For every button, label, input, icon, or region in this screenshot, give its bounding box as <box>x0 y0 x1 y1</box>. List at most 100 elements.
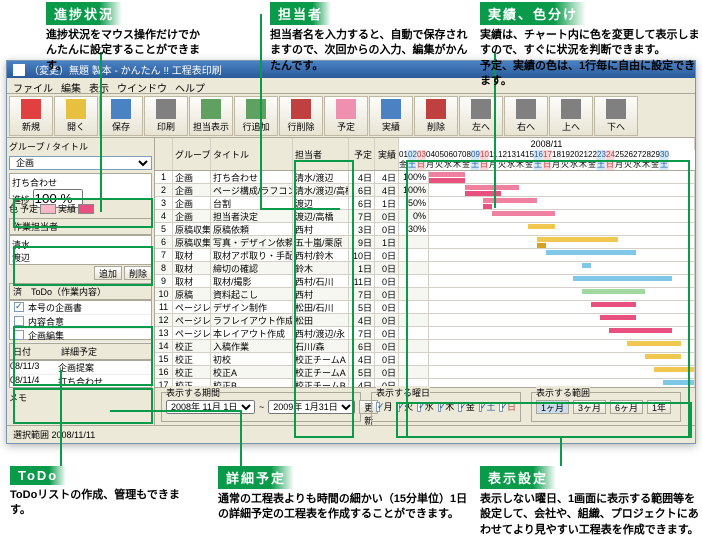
todo-item[interactable]: 本号の企画書 <box>10 301 151 315</box>
col-header[interactable]: 担当者 <box>293 138 349 170</box>
gantt-cell[interactable] <box>429 288 695 300</box>
gantt-cell[interactable] <box>429 223 695 235</box>
plan-bar[interactable] <box>582 263 591 268</box>
col-header[interactable]: タイトル <box>211 138 293 170</box>
plan-bar[interactable] <box>582 289 645 294</box>
actual-bar[interactable] <box>429 178 465 183</box>
menu-編集[interactable]: 編集 <box>61 80 81 91</box>
plan-bar[interactable] <box>600 315 636 320</box>
plan-bar[interactable] <box>627 341 681 346</box>
table-row[interactable]: 8取材締切の確認鈴木1日0日 <box>155 262 695 275</box>
table-row[interactable]: 5原稿収集原稿依頼西村3日0日30% <box>155 223 695 236</box>
tool-open-button[interactable]: 開く <box>54 96 98 136</box>
plan-swatch[interactable] <box>40 204 56 214</box>
gantt-cell[interactable] <box>429 327 695 339</box>
plan-bar[interactable] <box>645 354 681 359</box>
table-row[interactable]: 9取材取材/撮影西村/石川11日0日 <box>155 275 695 288</box>
table-row[interactable]: 14校正入稿作業石川/森6日0日 <box>155 340 695 353</box>
table-row[interactable]: 1企画打ち合わせ清水/渡辺4日4日100% <box>155 171 695 184</box>
plan-bar[interactable] <box>591 302 636 307</box>
assignee-item[interactable]: 清水 <box>12 238 149 251</box>
plan-bar[interactable] <box>654 367 695 372</box>
assignees-list[interactable]: 清水渡辺 <box>9 235 152 265</box>
gantt-cell[interactable] <box>429 249 695 261</box>
gantt-cell[interactable] <box>429 171 695 183</box>
menu-ヘルプ[interactable]: ヘルプ <box>175 80 205 91</box>
grid-body[interactable]: 1企画打ち合わせ清水/渡辺4日4日100%2企画ページ構成/ラフコンテ清水/渡辺… <box>155 171 695 387</box>
col-header[interactable]: グループ <box>173 138 211 170</box>
plan-bar[interactable] <box>465 185 519 190</box>
menu-ファイル[interactable]: ファイル <box>13 80 53 91</box>
plan-bar[interactable] <box>663 380 695 385</box>
gantt-cell[interactable] <box>429 340 695 352</box>
gantt-cell[interactable] <box>429 314 695 326</box>
plan-bar[interactable] <box>483 198 537 203</box>
menu-ウインドウ[interactable]: ウインドウ <box>117 80 167 91</box>
table-row[interactable]: 16校正校正A校正チームA5日0日 <box>155 366 695 379</box>
plan-bar[interactable] <box>429 172 465 177</box>
todo-list[interactable]: 本号の企画書内容合意企画編集 <box>9 300 152 340</box>
gantt-cell[interactable] <box>429 262 695 274</box>
col-header[interactable]: 予定 <box>349 138 375 170</box>
dates-list[interactable]: 08/11/3企画提案08/11/4打ち合わせ <box>9 360 152 388</box>
tool-user-button[interactable]: 担当表示 <box>189 96 233 136</box>
day-check-月[interactable] <box>376 402 380 412</box>
assignee-add-button[interactable]: 追加 <box>94 266 122 280</box>
gantt-cell[interactable] <box>429 275 695 287</box>
tool-save-button[interactable]: 保存 <box>99 96 143 136</box>
range-6ヶ月-button[interactable]: 6ヶ月 <box>610 400 643 414</box>
gantt-cell[interactable] <box>429 236 695 248</box>
tool-left-button[interactable]: 左へ <box>459 96 503 136</box>
plan-bar[interactable] <box>573 276 672 281</box>
assignee-del-button[interactable]: 削除 <box>124 266 152 280</box>
todo-check[interactable] <box>14 330 24 340</box>
gantt-cell[interactable] <box>429 197 695 209</box>
plan-bar[interactable] <box>528 224 555 229</box>
col-header[interactable]: 実績 <box>375 138 399 170</box>
gantt-cell[interactable] <box>429 184 695 196</box>
table-row[interactable]: 6原稿収集写真・デザイン依頼五十嵐/栗原9日1日 <box>155 236 695 249</box>
actual-bar[interactable] <box>483 204 492 209</box>
tool-plan-button[interactable]: 予定 <box>324 96 368 136</box>
tool-delete-button[interactable]: 削除 <box>414 96 458 136</box>
plan-bar[interactable] <box>537 237 618 242</box>
table-row[interactable]: 12ページレイアウトラフレイアウト作成松田4日0日 <box>155 314 695 327</box>
day-check-金[interactable] <box>458 402 462 412</box>
menu-表示[interactable]: 表示 <box>89 80 109 91</box>
day-check-土[interactable] <box>479 402 483 412</box>
actual-bar[interactable] <box>537 243 546 248</box>
todo-check[interactable] <box>14 316 24 326</box>
period-to[interactable]: 2009年 1月31日 <box>268 400 355 414</box>
plan-bar[interactable] <box>609 328 672 333</box>
group-select[interactable]: 企画 <box>9 156 152 170</box>
day-check-水[interactable] <box>417 402 421 412</box>
plan-bar[interactable] <box>546 250 636 255</box>
tool-down-button[interactable]: 下へ <box>594 96 638 136</box>
table-row[interactable]: 11ページレイアウトデザイン制作松田/石川5日0日 <box>155 301 695 314</box>
tool-new-button[interactable]: 新規 <box>9 96 53 136</box>
gantt-cell[interactable] <box>429 301 695 313</box>
table-row[interactable]: 4企画担当者決定渡辺/高橋7日0日0% <box>155 210 695 223</box>
todo-item[interactable]: 企画編集 <box>10 329 151 343</box>
actual-swatch[interactable] <box>78 204 94 214</box>
table-row[interactable]: 10原稿資料起こし西村7日0日 <box>155 288 695 301</box>
col-header[interactable] <box>155 138 173 170</box>
tool-del-row-button[interactable]: 行削除 <box>279 96 323 136</box>
assignee-item[interactable]: 渡辺 <box>12 251 149 264</box>
day-check-木[interactable] <box>438 402 442 412</box>
range-1ヶ月-button[interactable]: 1ヶ月 <box>536 400 569 414</box>
range-3ヶ月-button[interactable]: 3ヶ月 <box>573 400 606 414</box>
plan-bar[interactable] <box>492 211 555 216</box>
table-row[interactable]: 13ページレイアウト本レイアウト作成西村/渡辺/永7日0日 <box>155 327 695 340</box>
todo-item[interactable]: 内容合意 <box>10 315 151 329</box>
tool-print-button[interactable]: 印刷 <box>144 96 188 136</box>
gantt-cell[interactable] <box>429 366 695 378</box>
tool-up-button[interactable]: 上へ <box>549 96 593 136</box>
gantt-cell[interactable] <box>429 210 695 222</box>
range-1年-button[interactable]: 1年 <box>647 400 671 414</box>
date-item[interactable]: 08/11/4打ち合わせ <box>10 375 151 389</box>
table-row[interactable]: 15校正初校校正チームA4日0日 <box>155 353 695 366</box>
day-check-火[interactable] <box>397 402 401 412</box>
tool-right-button[interactable]: 右へ <box>504 96 548 136</box>
table-row[interactable]: 3企画台割渡辺6日1日50% <box>155 197 695 210</box>
